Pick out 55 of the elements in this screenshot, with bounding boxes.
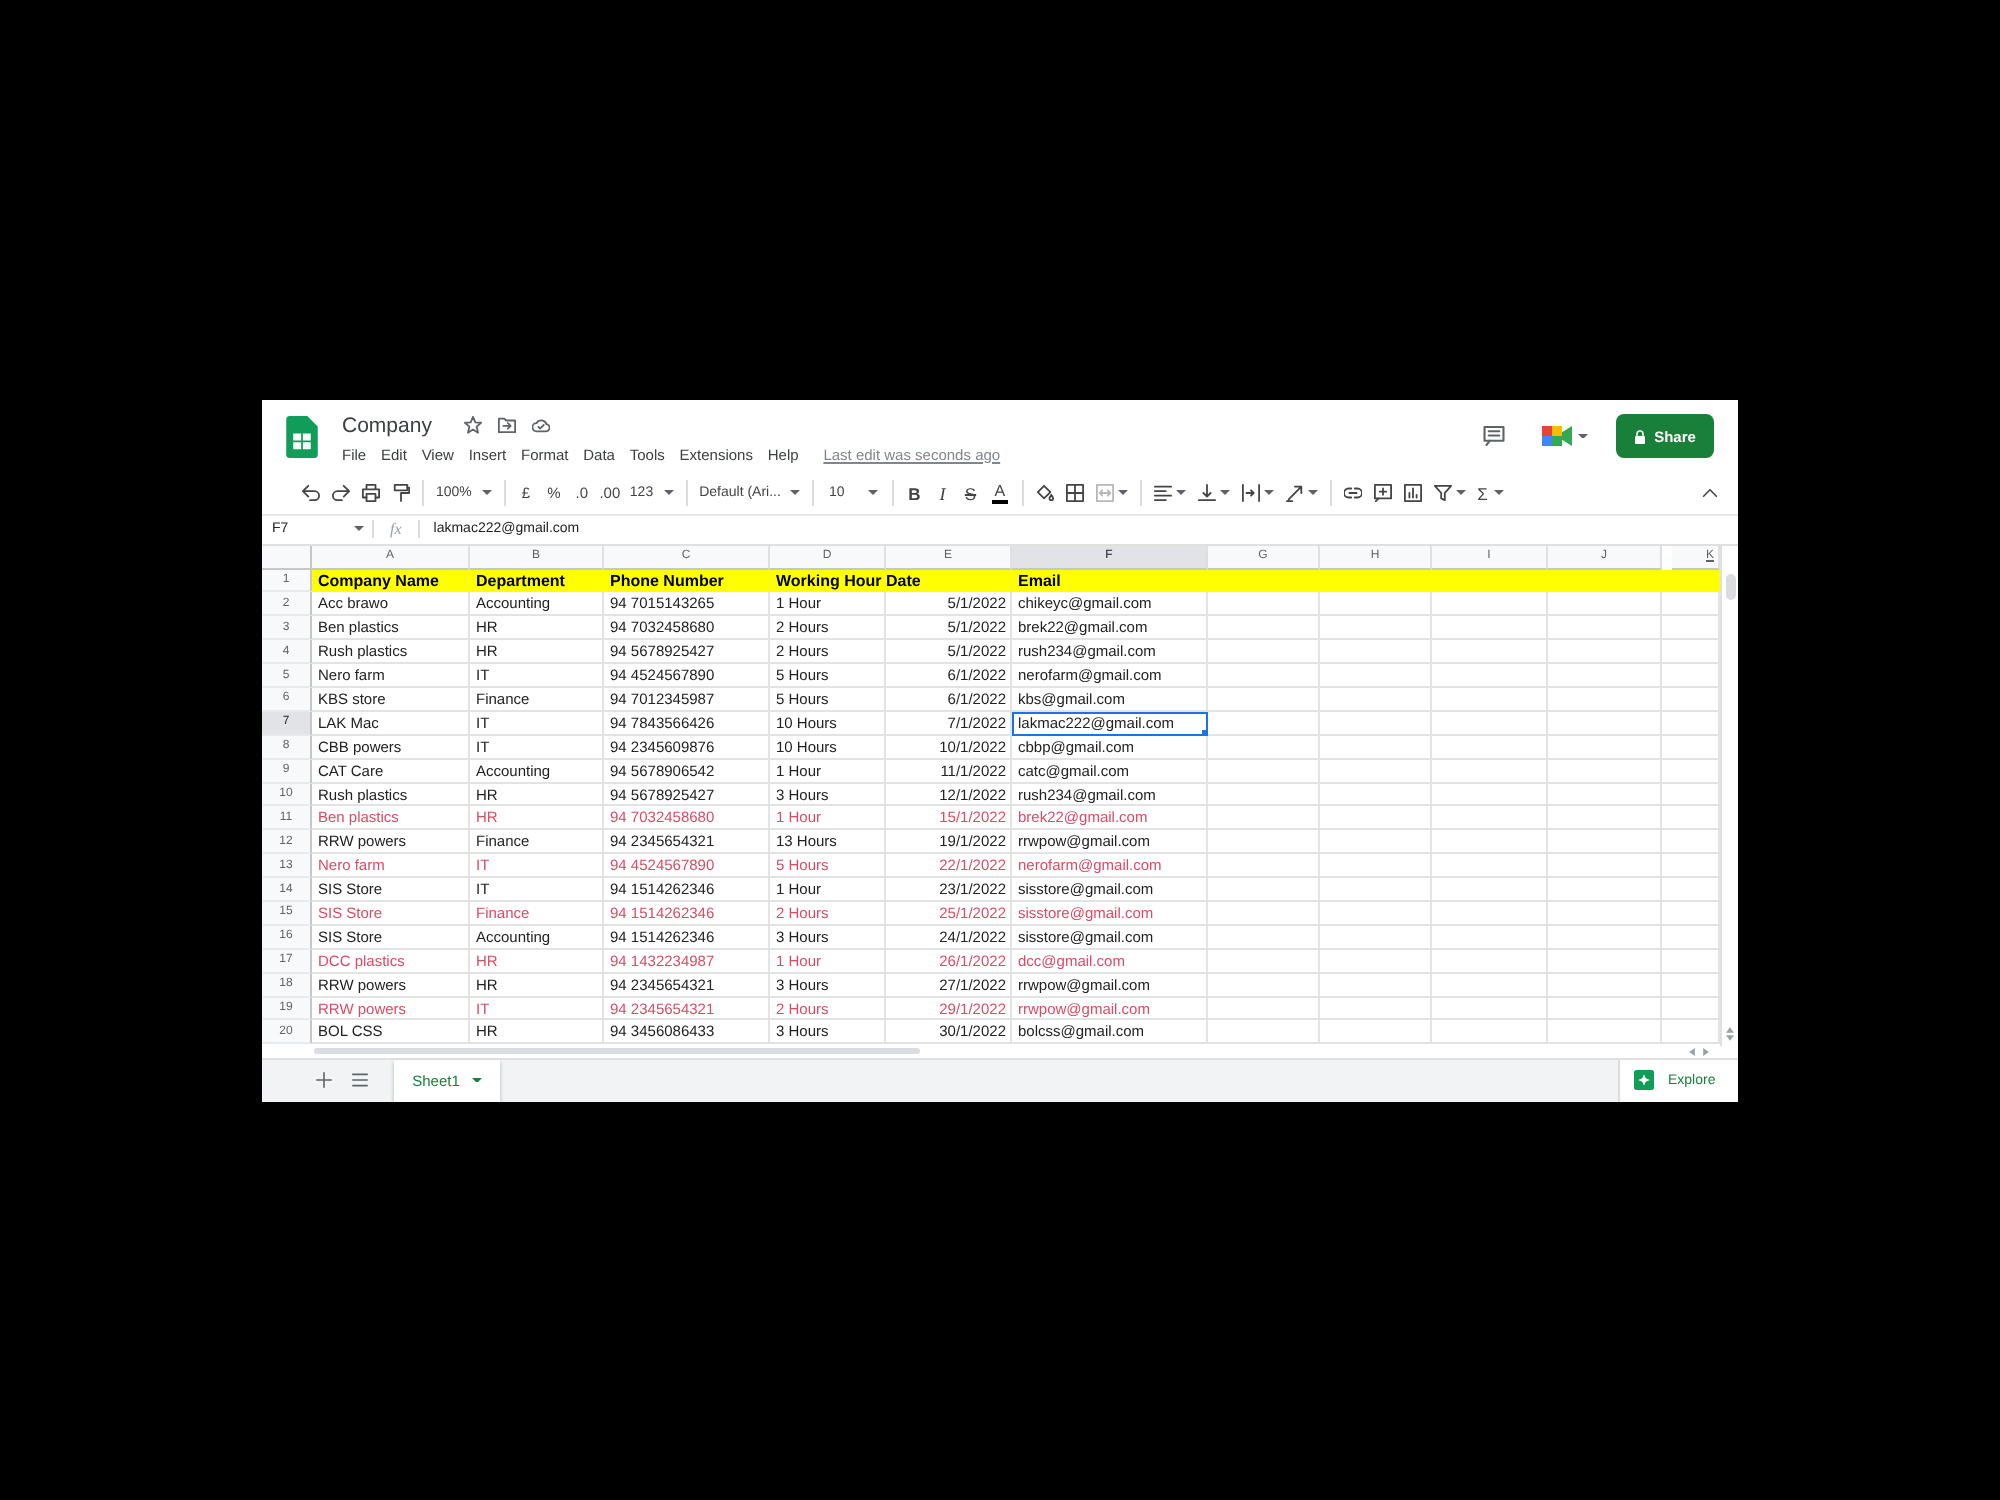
star-icon[interactable] xyxy=(463,416,482,434)
caret-icon[interactable] xyxy=(1219,490,1230,496)
bar-chart-icon[interactable] xyxy=(1403,484,1422,502)
scrollbar-thumb[interactable] xyxy=(314,1048,920,1054)
chevron-up-icon[interactable] xyxy=(1702,488,1718,498)
functions-button[interactable]: Σ xyxy=(1471,483,1510,503)
caret-icon[interactable] xyxy=(1493,490,1504,496)
scroll-up-icon[interactable] xyxy=(1726,1025,1734,1033)
menu-icon[interactable] xyxy=(352,1072,368,1088)
document-title[interactable]: Company xyxy=(342,413,432,437)
fx-label: fx xyxy=(390,520,402,538)
column-heading: Department xyxy=(474,569,567,593)
paint-roller-icon[interactable] xyxy=(392,484,410,502)
print-icon[interactable] xyxy=(362,484,380,502)
undo-icon[interactable] xyxy=(302,484,320,502)
strikethrough-button[interactable]: S xyxy=(956,477,985,509)
paint-bucket-icon[interactable] xyxy=(1035,484,1054,502)
column-heading: Company Name xyxy=(316,569,441,593)
caret-icon[interactable] xyxy=(1175,490,1186,496)
caret-icon[interactable] xyxy=(1263,490,1274,496)
caret-icon[interactable] xyxy=(481,490,492,496)
caret-icon[interactable] xyxy=(868,490,879,496)
caret-icon[interactable] xyxy=(354,526,364,532)
column-heading: Email xyxy=(1016,569,1063,593)
arrow-down-to-line-icon[interactable] xyxy=(1197,484,1216,502)
caret-icon[interactable] xyxy=(1578,433,1588,439)
caret-icon[interactable] xyxy=(1307,490,1318,496)
align-left-icon[interactable] xyxy=(1153,484,1172,502)
spreadsheet-logo-icon[interactable] xyxy=(286,415,318,457)
sparkle-icon xyxy=(1634,1070,1654,1090)
diagonal-arrow-icon[interactable] xyxy=(1285,484,1304,502)
caret-icon[interactable] xyxy=(471,1077,482,1083)
text-color-button[interactable]: A xyxy=(992,482,1008,504)
scrollbar-thumb[interactable] xyxy=(1725,573,1735,599)
caret-icon[interactable] xyxy=(663,490,674,496)
filter-icon[interactable] xyxy=(1433,484,1452,502)
caret-icon[interactable] xyxy=(1117,490,1128,496)
cloud-check-icon[interactable] xyxy=(531,416,550,434)
grid-icon[interactable] xyxy=(1065,484,1084,502)
folder-arrow-icon[interactable] xyxy=(497,416,516,434)
caret-icon[interactable] xyxy=(1455,490,1466,496)
bold-button[interactable]: B xyxy=(900,477,929,509)
comment-plus-icon[interactable] xyxy=(1373,484,1392,502)
video-camera-icon[interactable] xyxy=(1542,426,1572,446)
arrow-between-bars-icon[interactable] xyxy=(1241,484,1260,502)
caret-icon[interactable] xyxy=(790,490,801,496)
scroll-down-icon[interactable] xyxy=(1726,1033,1734,1041)
column-heading: Working Hour Date xyxy=(774,569,923,593)
plus-icon[interactable] xyxy=(316,1072,332,1088)
link-icon[interactable] xyxy=(1343,484,1362,502)
column-heading: Phone Number xyxy=(608,569,726,593)
comment-icon[interactable] xyxy=(1482,426,1506,446)
redo-icon[interactable] xyxy=(332,484,350,502)
lock-icon xyxy=(1634,429,1647,443)
italic-button[interactable]: I xyxy=(928,477,957,509)
